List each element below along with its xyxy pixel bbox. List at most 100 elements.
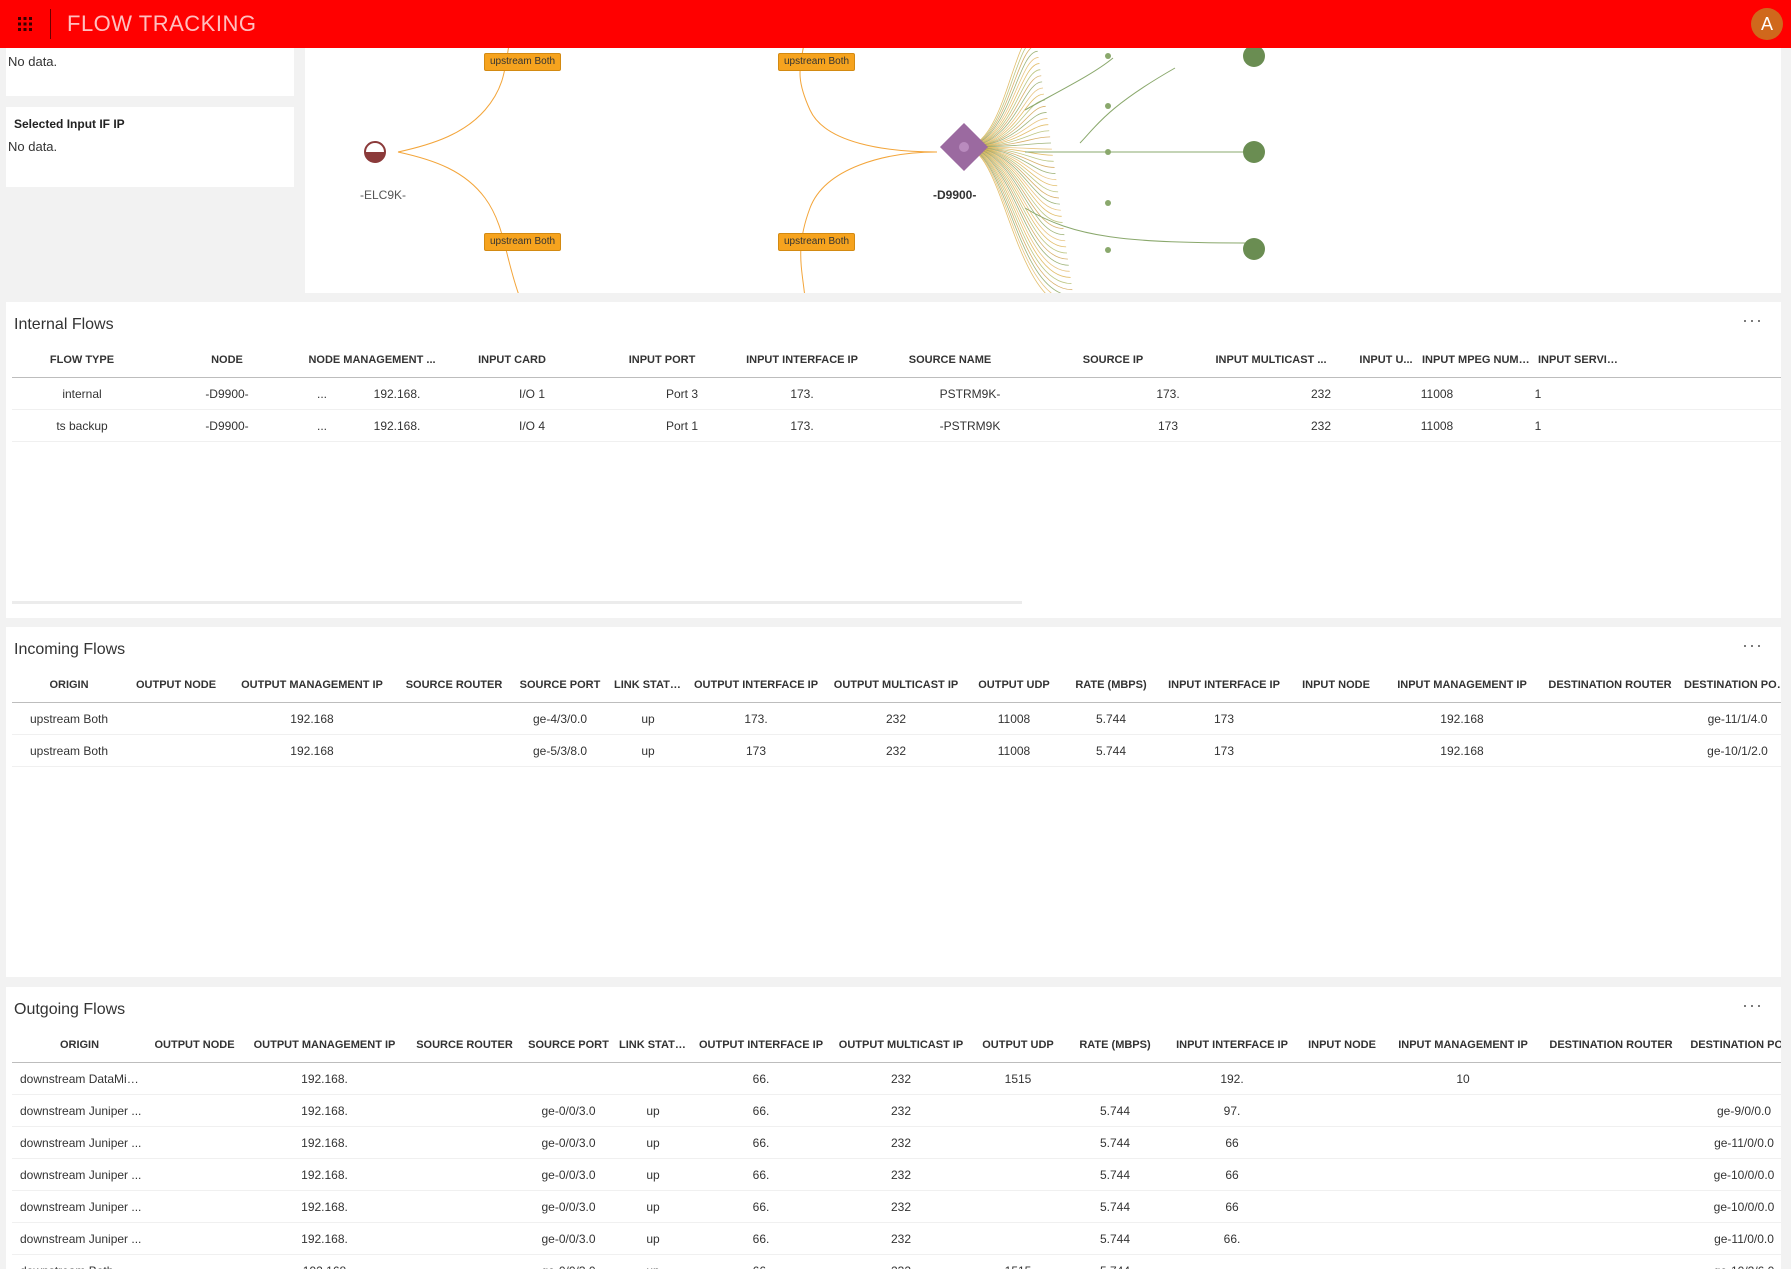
column-header[interactable]: SOURCE ROUTER bbox=[398, 679, 510, 691]
table-cell: ge-0/0/3.0 bbox=[541, 1135, 596, 1150]
incoming-flows-table[interactable]: ORIGIN OUTPUT NODE OUTPUT MANAGEMENT IP SOU… bbox=[12, 667, 1781, 767]
column-header[interactable]: DESTINATION ROUTER bbox=[1540, 679, 1680, 691]
upstream-pill[interactable]: upstream Both bbox=[484, 53, 562, 71]
column-header[interactable]: INPUT CARD bbox=[442, 354, 582, 366]
column-header[interactable]: LINK STATUS bbox=[610, 679, 686, 691]
table-row[interactable]: downstream Juniper ... 192.168. ge-0/0/3.0… bbox=[12, 1223, 1781, 1255]
table-cell: 5.744 bbox=[1099, 1103, 1131, 1118]
table-row[interactable]: downstream Juniper ... 192.168. ge-0/0/3.0… bbox=[12, 1095, 1781, 1127]
column-header[interactable]: LINK STATUS bbox=[615, 1039, 691, 1051]
table-row[interactable]: downstream DataMin... 192.168. 66. 232 1515 1… bbox=[12, 1063, 1781, 1095]
column-header[interactable]: DESTINATION ROUTER bbox=[1541, 1039, 1681, 1051]
table-header-row: ORIGIN OUTPUT NODE OUTPUT MANAGEMENT IP SOU… bbox=[12, 1027, 1781, 1063]
table-row[interactable]: internal -D9900-... 192.168. I/O 1 Port 3 173… bbox=[12, 378, 1781, 410]
table-cell: ... bbox=[316, 418, 327, 433]
column-header[interactable]: OUTPUT MANAGEMENT IP bbox=[242, 1039, 407, 1051]
flow-graph[interactable]: upstream Both upstream Both upstream Bot… bbox=[305, 48, 1781, 293]
more-options-icon[interactable]: ··· bbox=[1742, 635, 1763, 656]
upstream-pill[interactable]: upstream Both bbox=[778, 53, 856, 71]
table-cell: 192.168. bbox=[301, 1103, 348, 1118]
table-row[interactable]: downstream Both 192.168 ge-0/0/3.0up66.232… bbox=[12, 1255, 1781, 1269]
table-cell: 192. bbox=[1220, 1071, 1244, 1086]
user-avatar[interactable]: A bbox=[1751, 8, 1783, 40]
table-cell: up bbox=[646, 1135, 660, 1150]
column-header[interactable]: OUTPUT INTERFACE IP bbox=[686, 679, 826, 691]
table-cell: -D9900- bbox=[205, 418, 249, 433]
table-row[interactable]: upstream Both 192.168 ge-5/3/8.0 up 173 232 11… bbox=[12, 735, 1781, 767]
table-cell: 66 bbox=[1225, 1199, 1239, 1214]
link-edge bbox=[963, 146, 1071, 278]
column-header[interactable]: INPUT NODE bbox=[1299, 1039, 1385, 1051]
column-header[interactable]: OUTPUT NODE bbox=[147, 1039, 242, 1051]
table-cell: 66. bbox=[752, 1103, 770, 1118]
table-cell: ge-0/0/3.0 bbox=[541, 1167, 596, 1182]
column-header[interactable]: NODE MANAGEMENT ... bbox=[302, 354, 442, 366]
table-header-row: FLOW TYPE NODE NODE MANAGEMENT ... INPUT CA… bbox=[12, 342, 1781, 378]
table-cell: 232 bbox=[890, 1167, 912, 1182]
flow-graph-canvas[interactable] bbox=[305, 48, 1781, 293]
table-cell: 232 bbox=[890, 1135, 912, 1150]
column-header[interactable]: OUTPUT INTERFACE IP bbox=[691, 1039, 831, 1051]
more-options-icon[interactable]: ··· bbox=[1742, 310, 1763, 331]
column-header[interactable]: FLOW TYPE bbox=[12, 354, 152, 366]
table-cell: I/O 4 bbox=[518, 418, 545, 433]
column-header[interactable]: INPUT INTERFACE IP bbox=[1160, 679, 1288, 691]
table-cell: up bbox=[615, 1264, 691, 1269]
column-header[interactable]: INPUT MPEG NUMBER bbox=[1418, 354, 1534, 366]
column-header[interactable]: NODE bbox=[152, 354, 302, 366]
apps-grid-button[interactable] bbox=[0, 0, 50, 48]
column-header[interactable]: DESTINATION PORT bbox=[1681, 1039, 1781, 1051]
column-header[interactable]: INPUT PORT bbox=[582, 354, 742, 366]
table-cell: 232 bbox=[885, 711, 907, 726]
table-cell: internal bbox=[62, 386, 102, 401]
column-header[interactable]: SOURCE IP bbox=[1038, 354, 1188, 366]
table-cell: ts backup bbox=[56, 418, 108, 433]
table-cell: 66. bbox=[752, 1199, 770, 1214]
table-row[interactable]: downstream Juniper ... 192.168. ge-0/0/3.0… bbox=[12, 1159, 1781, 1191]
table-cell: 66 bbox=[1225, 1135, 1239, 1150]
column-header[interactable]: OUTPUT MANAGEMENT IP bbox=[226, 679, 398, 691]
upstream-pill[interactable]: upstream Both bbox=[778, 233, 856, 251]
column-header[interactable]: INPUT MULTICAST ... bbox=[1188, 354, 1354, 366]
column-header[interactable]: SOURCE NAME bbox=[862, 354, 1038, 366]
column-header[interactable]: OUTPUT NODE bbox=[126, 679, 226, 691]
table-cell: ge-0/0/3.0 bbox=[522, 1264, 615, 1269]
column-header[interactable]: OUTPUT MULTICAST IP bbox=[831, 1039, 971, 1051]
column-header[interactable]: ORIGIN bbox=[12, 679, 126, 691]
table-cell: up bbox=[646, 1199, 660, 1214]
column-header[interactable]: DESTINATION PORT bbox=[1680, 679, 1781, 691]
panel-title: Outgoing Flows bbox=[14, 1001, 126, 1018]
upstream-pill[interactable]: upstream Both bbox=[484, 233, 562, 251]
column-header[interactable]: INPUT INTERFACE IP bbox=[1165, 1039, 1299, 1051]
internal-flows-table[interactable]: FLOW TYPE NODE NODE MANAGEMENT ... INPUT CA… bbox=[12, 342, 1781, 442]
column-header[interactable]: ORIGIN bbox=[12, 1039, 147, 1051]
table-row[interactable]: ts backup -D9900-... 192.168. I/O 4 Port 1 17… bbox=[12, 410, 1781, 442]
column-header[interactable]: OUTPUT UDP bbox=[971, 1039, 1065, 1051]
column-header[interactable]: SOURCE ROUTER bbox=[407, 1039, 522, 1051]
table-row[interactable]: downstream Juniper ... 192.168. ge-0/0/3.0… bbox=[12, 1127, 1781, 1159]
more-options-icon[interactable]: ··· bbox=[1742, 995, 1763, 1016]
outgoing-flows-table[interactable]: ORIGIN OUTPUT NODE OUTPUT MANAGEMENT IP SOU… bbox=[12, 1027, 1781, 1269]
elc9k-node-label: -ELC9K- bbox=[360, 188, 407, 202]
horizontal-scrollbar[interactable] bbox=[12, 601, 1022, 604]
table-cell: up bbox=[646, 1231, 660, 1246]
column-header[interactable]: RATE (MBPS) bbox=[1062, 679, 1160, 691]
column-header[interactable]: SOURCE PORT bbox=[522, 1039, 615, 1051]
column-header[interactable]: INPUT U... bbox=[1354, 354, 1418, 366]
table-row[interactable]: downstream Juniper ... 192.168. ge-0/0/3.0… bbox=[12, 1191, 1781, 1223]
column-header[interactable]: INPUT NODE bbox=[1288, 679, 1384, 691]
column-header[interactable]: INPUT SERVICE N bbox=[1534, 354, 1624, 366]
column-header[interactable]: SOURCE PORT bbox=[510, 679, 610, 691]
column-header[interactable]: OUTPUT MULTICAST IP bbox=[826, 679, 966, 691]
column-header[interactable]: OUTPUT UDP bbox=[966, 679, 1062, 691]
column-header[interactable]: INPUT MANAGEMENT IP bbox=[1385, 1039, 1541, 1051]
column-header[interactable]: INPUT INTERFACE IP bbox=[742, 354, 862, 366]
table-row[interactable]: upstream Both 192.168 ge-4/3/0.0 up 173. 232 1… bbox=[12, 703, 1781, 735]
table-cell: 173. bbox=[744, 711, 768, 726]
table-cell: ge-9/0/0.0 bbox=[1716, 1103, 1772, 1118]
column-header[interactable]: INPUT MANAGEMENT IP bbox=[1384, 679, 1540, 691]
table-cell: Port 1 bbox=[665, 418, 698, 433]
column-header[interactable]: RATE (MBPS) bbox=[1065, 1039, 1165, 1051]
table-cell: 173 bbox=[1213, 743, 1235, 758]
mid-dot bbox=[1105, 53, 1111, 59]
